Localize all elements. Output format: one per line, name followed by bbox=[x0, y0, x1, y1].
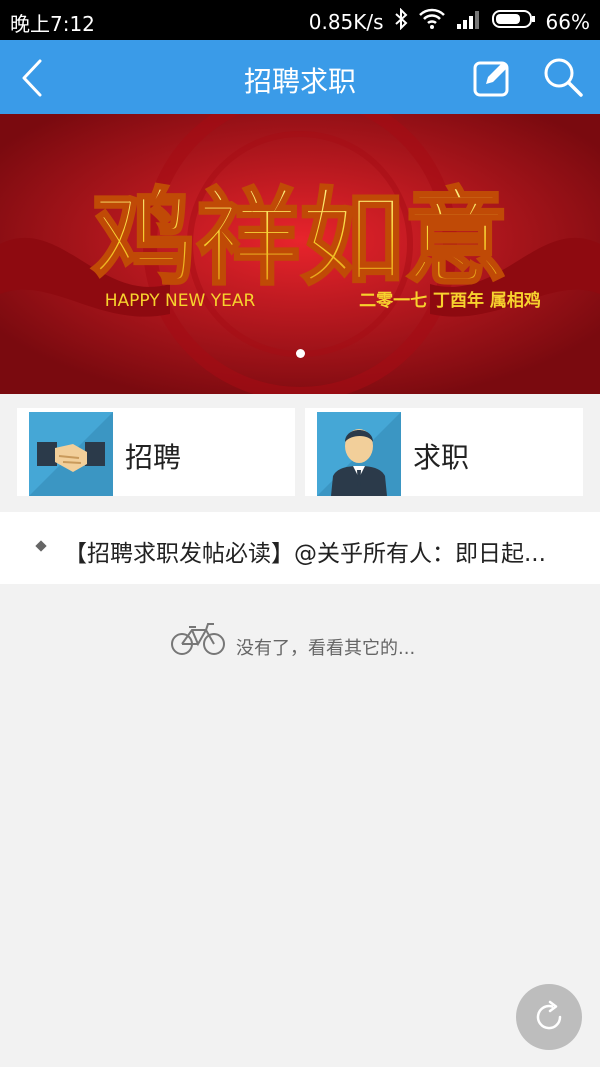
banner-subtitle-en: HAPPY NEW YEAR bbox=[105, 291, 256, 311]
empty-state-text: 没有了，看看其它的... bbox=[236, 638, 416, 659]
search-button[interactable] bbox=[542, 56, 584, 98]
search-icon bbox=[544, 58, 583, 97]
battery-percent: 66% bbox=[545, 9, 590, 34]
banner-headline: 鸡祥如意 bbox=[92, 177, 508, 299]
notice-title: 【招聘求职发帖必读】@关乎所有人：即日起... bbox=[64, 541, 546, 567]
job-seeker-icon bbox=[317, 412, 401, 496]
banner-page-dot[interactable] bbox=[295, 349, 305, 358]
app-bar: 招聘求职 bbox=[0, 40, 600, 114]
category-recruit[interactable]: 招聘 bbox=[17, 408, 295, 496]
promo-banner[interactable]: 鸡祥如意 HAPPY NEW YEAR 二零一七 丁酉年 属相鸡 bbox=[0, 114, 600, 394]
empty-state: 没有了，看看其它的... bbox=[0, 598, 600, 688]
refresh-icon bbox=[536, 1000, 562, 1030]
category-cards: 招聘 求职 bbox=[0, 394, 600, 510]
category-job[interactable]: 求职 bbox=[305, 408, 583, 496]
status-bar: 晚上7:12 0.85K/s 66% bbox=[0, 0, 600, 40]
bullet-icon bbox=[35, 540, 47, 552]
signal-icon bbox=[456, 8, 482, 35]
bicycle-icon bbox=[171, 623, 225, 655]
edit-button[interactable] bbox=[472, 58, 512, 98]
status-right: 0.85K/s 66% bbox=[308, 7, 590, 35]
refresh-button[interactable] bbox=[516, 984, 582, 1050]
category-label: 求职 bbox=[413, 441, 470, 474]
wifi-icon bbox=[418, 8, 446, 35]
network-speed: 0.85K/s bbox=[308, 9, 384, 34]
banner-pager bbox=[0, 343, 600, 362]
handshake-icon bbox=[29, 412, 113, 496]
battery-icon bbox=[491, 8, 536, 35]
status-time: 晚上7:12 bbox=[10, 12, 95, 36]
edit-icon bbox=[473, 61, 509, 97]
notice-item[interactable]: 【招聘求职发帖必读】@关乎所有人：即日起... bbox=[0, 512, 600, 584]
category-label: 招聘 bbox=[125, 441, 182, 474]
bluetooth-icon bbox=[394, 7, 408, 35]
banner-subtitle-cn: 二零一七 丁酉年 属相鸡 bbox=[359, 290, 541, 311]
